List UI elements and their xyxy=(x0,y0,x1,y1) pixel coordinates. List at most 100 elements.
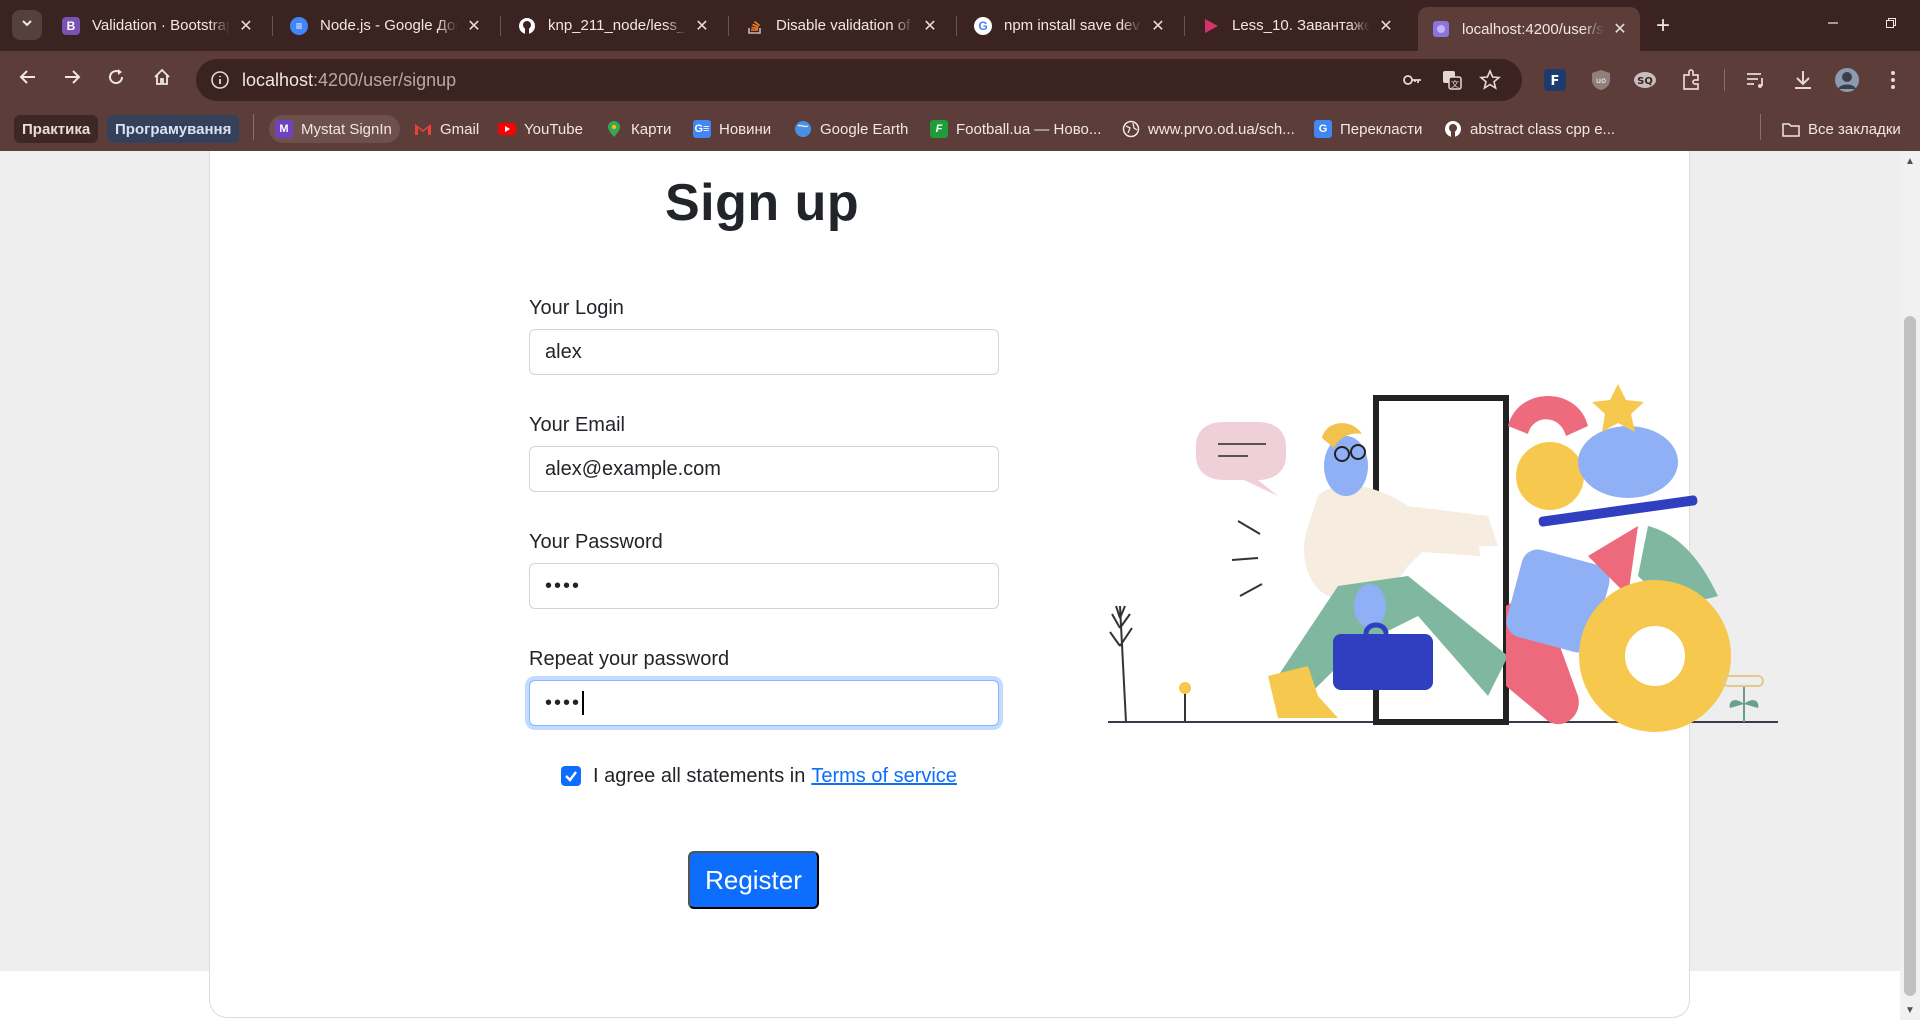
close-icon[interactable]: ✕ xyxy=(236,16,256,36)
url-path: :4200/user/signup xyxy=(313,70,457,90)
globe-icon xyxy=(1122,120,1140,138)
scroll-up-icon[interactable]: ▲ xyxy=(1904,155,1916,167)
bookmark-folder-programming[interactable]: Програмування xyxy=(107,115,240,143)
github-icon xyxy=(1444,120,1462,138)
puzzle-extensions-icon[interactable] xyxy=(1678,67,1704,93)
arrow-left-icon xyxy=(19,68,37,91)
login-input[interactable] xyxy=(529,329,999,375)
new-tab-button[interactable]: + xyxy=(1648,11,1678,41)
page-title: Sign up xyxy=(665,174,860,232)
key-icon[interactable] xyxy=(1400,68,1424,92)
google-docs-icon: ≡ xyxy=(290,16,308,35)
tab-bootstrap-validation[interactable]: B Validation · Bootstrap ✕ xyxy=(48,8,266,43)
tab-separator xyxy=(956,16,957,36)
bookmark-label: Google Earth xyxy=(820,120,909,138)
email-input[interactable] xyxy=(529,446,999,492)
bookmark-folder-praktyka[interactable]: Практика xyxy=(14,115,99,143)
bookmark-translate[interactable]: G Перекласти xyxy=(1314,115,1422,143)
agree-text: I agree all statements in xyxy=(593,764,806,787)
bookmark-label: abstract class cpp e... xyxy=(1470,120,1616,138)
translate-icon[interactable]: 文 xyxy=(1440,68,1464,92)
terms-row: I agree all statements in Terms of servi… xyxy=(561,763,957,789)
address-bar[interactable]: localhost:4200/user/signup 文 xyxy=(196,59,1522,101)
close-icon[interactable]: ✕ xyxy=(692,16,712,36)
text-caret xyxy=(582,691,585,715)
download-icon[interactable] xyxy=(1790,67,1816,93)
bookmark-label: www.prvo.od.ua/sch... xyxy=(1148,120,1295,138)
repeat-password-input[interactable]: •••• xyxy=(529,680,999,726)
close-icon[interactable]: ✕ xyxy=(1148,16,1168,36)
close-icon[interactable]: ✕ xyxy=(1610,19,1630,39)
maps-icon xyxy=(605,120,623,138)
bookmark-football[interactable]: F Football.ua — Ново... xyxy=(930,115,1101,143)
minimize-icon xyxy=(1827,16,1839,34)
bookmark-label: Football.ua — Ново... xyxy=(956,120,1102,138)
media-control-icon[interactable] xyxy=(1742,67,1768,93)
tab-separator xyxy=(272,16,273,36)
tab-title: knp_211_node/less_9 xyxy=(548,17,686,34)
tab-title: Node.js - Google Док xyxy=(320,17,458,34)
bookmark-youtube[interactable]: YouTube xyxy=(498,115,583,143)
tab-google-search[interactable]: G npm install save dev ✕ xyxy=(960,8,1178,43)
tab-stackoverflow[interactable]: Disable validation of ✕ xyxy=(732,8,950,43)
tab-title: Less_10. Завантажен xyxy=(1232,17,1370,34)
translate-icon: G xyxy=(1314,120,1332,138)
tab-separator xyxy=(1184,16,1185,36)
tab-title: localhost:4200/user/s xyxy=(1462,20,1604,38)
tab-github-repo[interactable]: knp_211_node/less_9 ✕ xyxy=(504,8,722,43)
scroll-down-icon[interactable]: ▼ xyxy=(1904,1004,1916,1016)
star-icon[interactable] xyxy=(1478,68,1502,92)
url-text[interactable]: localhost:4200/user/signup xyxy=(242,70,456,91)
bookmark-google-earth[interactable]: Google Earth xyxy=(794,115,908,143)
bookmark-mystat[interactable]: M Mystat SignIn xyxy=(269,115,400,143)
repeat-password-mask: •••• xyxy=(545,691,582,714)
tab-lesson-video[interactable]: Less_10. Завантажен ✕ xyxy=(1188,8,1406,43)
site-info-icon[interactable] xyxy=(208,68,232,92)
bookmark-news[interactable]: G≡ Новини xyxy=(693,115,771,143)
tab-separator xyxy=(728,16,729,36)
page-viewport: Sign up Your Login Your Email Your Passw… xyxy=(0,151,1900,1020)
news-icon: G≡ xyxy=(693,120,711,138)
extension-fs-icon[interactable]: F xyxy=(1542,67,1568,93)
agree-checkbox[interactable] xyxy=(561,766,581,786)
tab-localhost-signup[interactable]: localhost:4200/user/s ✕ xyxy=(1418,7,1640,51)
google-icon: G xyxy=(974,16,992,35)
minimize-button[interactable] xyxy=(1804,0,1862,50)
earth-icon xyxy=(794,120,812,138)
all-bookmarks[interactable]: Все закладки xyxy=(1782,115,1901,143)
tab-search-button[interactable] xyxy=(12,10,42,40)
bookmark-label: Все закладки xyxy=(1808,120,1901,138)
tab-nodejs-doc[interactable]: ≡ Node.js - Google Док ✕ xyxy=(276,8,494,43)
avatar[interactable] xyxy=(1834,67,1860,93)
menu-kebab-icon[interactable] xyxy=(1880,67,1906,93)
reload-button[interactable] xyxy=(100,63,132,95)
back-button[interactable] xyxy=(12,63,44,95)
page-scrollbar[interactable]: ▲ ▼ xyxy=(1900,151,1920,1020)
bookmark-abstract-class[interactable]: abstract class cpp e... xyxy=(1444,115,1615,143)
close-icon[interactable]: ✕ xyxy=(1376,16,1396,36)
arrow-right-icon xyxy=(63,68,81,91)
scroll-thumb[interactable] xyxy=(1904,316,1916,996)
bookmark-maps[interactable]: Карти xyxy=(605,115,671,143)
close-icon[interactable]: ✕ xyxy=(464,16,484,36)
chevron-down-icon xyxy=(20,16,34,35)
restore-icon xyxy=(1885,16,1897,34)
home-button[interactable] xyxy=(146,63,178,95)
github-icon xyxy=(518,17,536,35)
angular-icon xyxy=(1432,20,1450,38)
register-button[interactable]: Register xyxy=(688,851,819,909)
restore-button[interactable] xyxy=(1862,0,1920,50)
svg-text:uo: uo xyxy=(1596,76,1606,85)
tab-strip: B Validation · Bootstrap ✕ ≡ Node.js - G… xyxy=(0,0,1920,51)
seo-extension-icon[interactable]: SQ xyxy=(1632,67,1658,93)
gmail-icon xyxy=(414,120,432,138)
media-icon xyxy=(1202,17,1220,35)
bookmark-prvo[interactable]: www.prvo.od.ua/sch... xyxy=(1122,115,1295,143)
close-icon[interactable]: ✕ xyxy=(920,16,940,36)
bookmark-label: Gmail xyxy=(440,120,480,138)
bookmark-gmail[interactable]: Gmail xyxy=(414,115,479,143)
password-input[interactable]: •••• xyxy=(529,563,999,609)
terms-of-service-link[interactable]: Terms of service xyxy=(811,765,957,788)
shield-extension-icon[interactable]: uo xyxy=(1588,67,1614,93)
forward-button[interactable] xyxy=(56,63,88,95)
